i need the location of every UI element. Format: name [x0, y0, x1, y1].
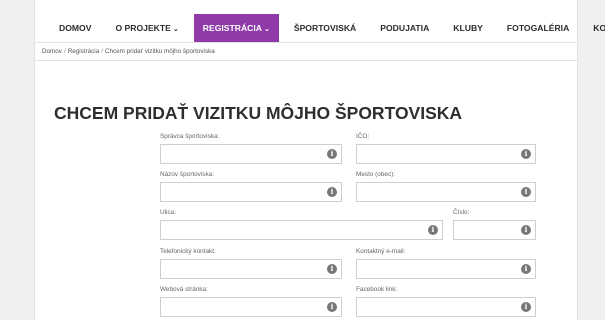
info-icon[interactable]: i	[521, 264, 531, 274]
label-telefon: Telefonický kontakt:	[160, 248, 216, 255]
web-input[interactable]: i	[160, 297, 342, 317]
nav-item-label: KLUBY	[453, 23, 483, 33]
label-mesto: Mesto (obec):	[356, 171, 396, 178]
breadcrumb: Domov / Registrácia / Chcem pridať vizitku m…	[35, 42, 579, 61]
nav-item-kontakt[interactable]: KONTAKT	[588, 14, 605, 42]
label-spravca: Správca športoviska:	[160, 133, 220, 140]
nav-item-fotogaleria[interactable]: FOTOGALÉRIA	[502, 14, 574, 42]
breadcrumb-link-registracia[interactable]: Registrácia	[68, 48, 100, 55]
nav-item-label: FOTOGALÉRIA	[506, 23, 570, 33]
label-facebook: Facebook link:	[356, 286, 398, 293]
nav-item-label: ŠPORTOVISKÁ	[293, 23, 357, 33]
nav-item-registracia[interactable]: REGISTRÁCIA ⌄	[193, 14, 279, 42]
info-icon[interactable]: i	[521, 187, 531, 197]
info-icon[interactable]: i	[521, 149, 531, 159]
info-icon[interactable]: i	[521, 302, 531, 312]
chevron-down-icon: ⌄	[172, 26, 179, 33]
info-icon[interactable]: i	[327, 264, 337, 274]
nav-item-sportoviska[interactable]: ŠPORTOVISKÁ	[289, 14, 361, 42]
page-container: DOMOV O PROJEKTE ⌄ REGISTRÁCIA ⌄ ŠPORTOVIS…	[34, 0, 605, 320]
label-nazov: Názov športoviska:	[160, 171, 214, 178]
nav-item-label: KONTAKT	[593, 23, 605, 33]
label-cislo: Číslo:	[453, 209, 470, 216]
breadcrumb-separator: /	[101, 48, 103, 55]
nazov-input[interactable]: i	[160, 182, 342, 202]
page-title: CHCEM PRIDAŤ VIZITKU MÔJHO ŠPORTOVISKA	[54, 103, 463, 123]
chevron-down-icon: ⌄	[263, 26, 270, 33]
nav-item-label: REGISTRÁCIA	[202, 23, 262, 33]
info-icon[interactable]: i	[327, 187, 337, 197]
info-icon[interactable]: i	[521, 225, 531, 235]
email-input[interactable]: i	[356, 259, 536, 279]
label-email: Kontaktný e-mail:	[356, 248, 406, 255]
main-nav: DOMOV O PROJEKTE ⌄ REGISTRÁCIA ⌄ ŠPORTOVIS…	[35, 14, 605, 42]
ulica-input[interactable]: i	[160, 220, 443, 240]
nav-item-o-projekte[interactable]: O PROJEKTE ⌄	[110, 14, 183, 42]
cislo-input[interactable]: i	[453, 220, 536, 240]
mesto-input[interactable]: i	[356, 182, 536, 202]
nav-item-kluby[interactable]: KLUBY	[448, 14, 488, 42]
breadcrumb-link-domov[interactable]: Domov	[42, 48, 62, 55]
nav-item-label: PODUJATIA	[380, 23, 430, 33]
nav-item-label: O PROJEKTE	[115, 23, 171, 33]
nav-item-domov[interactable]: DOMOV	[54, 14, 96, 42]
info-icon[interactable]: i	[327, 149, 337, 159]
telefon-input[interactable]: i	[160, 259, 342, 279]
label-ico: IČO:	[356, 133, 370, 140]
nav-item-label: DOMOV	[59, 23, 92, 33]
facebook-input[interactable]: i	[356, 297, 536, 317]
info-icon[interactable]: i	[327, 302, 337, 312]
label-ulica: Ulica:	[160, 209, 176, 216]
ico-input[interactable]: i	[356, 144, 536, 164]
spravca-input[interactable]: i	[160, 144, 342, 164]
info-icon[interactable]: i	[428, 225, 438, 235]
nav-item-podujatia[interactable]: PODUJATIA	[375, 14, 434, 42]
breadcrumb-separator: /	[63, 48, 66, 55]
breadcrumb-current: Chcem pridať vizitku môjho športoviska	[104, 48, 215, 55]
label-web: Webová stránka:	[160, 286, 208, 293]
